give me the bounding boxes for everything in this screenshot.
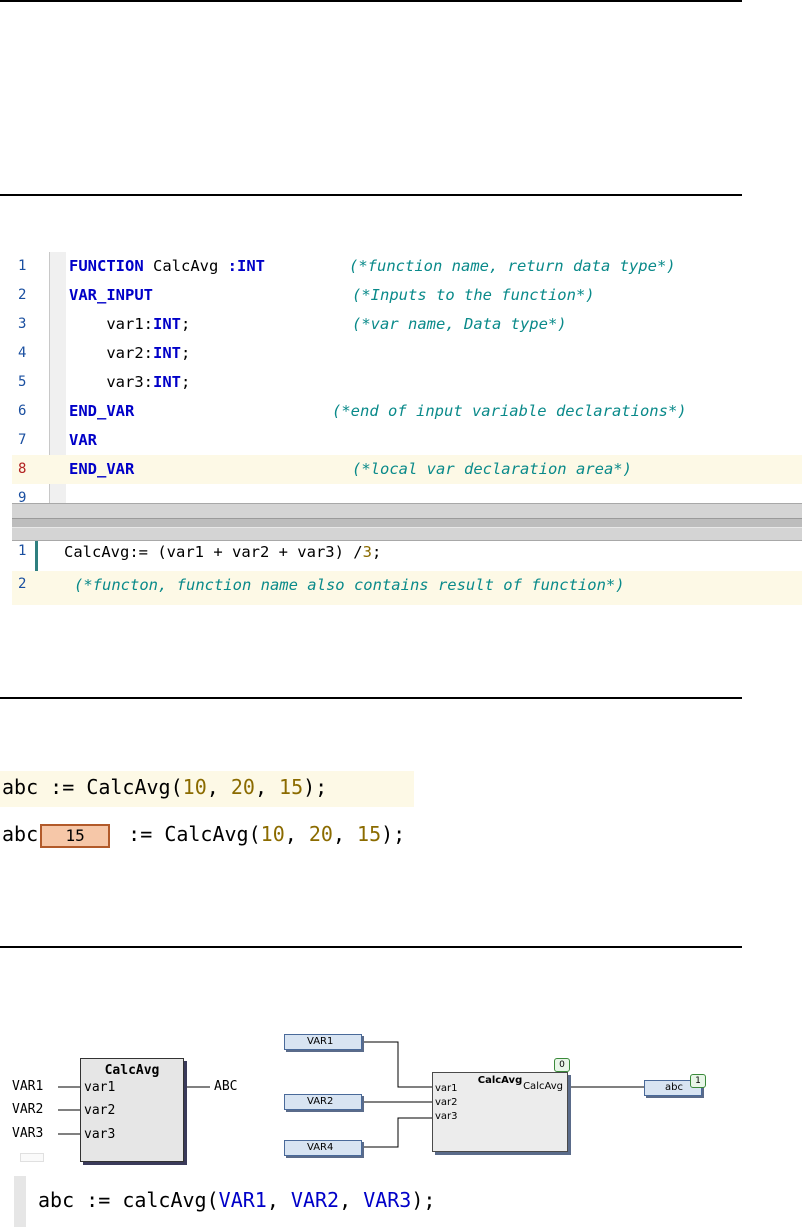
code-line[interactable]: 1 CalcAvg:= (var1 + var2 + var3) /3; [12, 541, 802, 570]
line-number: 1 [18, 258, 27, 274]
code-text: VAR [69, 431, 97, 449]
block-order-badge: 0 [554, 1058, 570, 1072]
function-block[interactable]: CalcAvg var1 var2 var3 CalcAvg [432, 1072, 568, 1152]
code-text: END_VAR [69, 402, 135, 420]
line-number: 3 [18, 316, 27, 332]
fbd-diagram-simple: VAR1 VAR2 VAR3 ABC CalcAvg var1 var2 var… [10, 1050, 270, 1162]
input-var-box-3[interactable]: VAR4 [284, 1140, 362, 1156]
splitter-grip[interactable] [12, 518, 802, 528]
function-block[interactable]: CalcAvg var1 var2 var3 [80, 1058, 184, 1162]
code-line[interactable]: 4 var2:INT; [12, 339, 802, 368]
call-statement[interactable]: abc := CalcAvg(10, 20, 15); [2, 775, 327, 799]
code-line[interactable]: 2 VAR_INPUT (*Inputs to the function*) [12, 281, 802, 310]
code-text: var2:INT; [69, 344, 191, 362]
code-line[interactable]: 8 END_VAR (*local var declaration area*) [12, 455, 802, 484]
declaration-editor[interactable]: 1 FUNCTION CalcAvg :INT (*function name, r… [12, 252, 802, 503]
input-pin-1: var1 [435, 1083, 458, 1094]
input-pin-3: var3 [435, 1111, 458, 1122]
placeholder-box [20, 1153, 44, 1162]
fbd-diagram-editor[interactable]: VAR1 VAR2 VAR4 CalcAvg var1 var2 var3 Ca… [270, 1030, 710, 1160]
editor-splitter[interactable] [12, 503, 802, 541]
line-number: 7 [18, 432, 27, 448]
input-pin-1: var1 [84, 1080, 116, 1095]
input-var-box-1[interactable]: VAR1 [284, 1034, 362, 1050]
input-var-1: VAR1 [12, 1079, 44, 1094]
code-comment: (*Inputs to the function*) [352, 286, 595, 304]
monitor-value-box[interactable]: 15 [40, 823, 111, 848]
code-text: VAR_INPUT [69, 286, 153, 304]
code-line[interactable]: 6 END_VAR (*end of input variable declarat… [12, 397, 802, 426]
input-var-3: VAR3 [12, 1126, 44, 1141]
line-number: 2 [18, 576, 27, 592]
code-comment: (*local var declaration area*) [352, 460, 632, 478]
section-divider-1 [0, 0, 742, 2]
code-line[interactable]: 3 var1:INT; (*var name, Data type*) [12, 310, 802, 339]
line-number: 6 [18, 403, 27, 419]
section-divider-2 [0, 194, 742, 196]
section-divider-3 [0, 697, 742, 699]
code-line[interactable]: 7 VAR [12, 426, 802, 455]
line-number: 9 [18, 490, 27, 503]
output-pin: CalcAvg [523, 1081, 563, 1092]
input-pin-2: var2 [435, 1097, 458, 1108]
code-text: END_VAR [69, 460, 135, 478]
line-number: 2 [18, 287, 27, 303]
input-pin-2: var2 [84, 1103, 116, 1118]
code-text: var3:INT; [69, 373, 191, 391]
input-pin-3: var3 [84, 1127, 116, 1142]
code-line[interactable]: 9 [12, 484, 802, 503]
code-text: abc := calcAvg(VAR1, VAR2, VAR3); [38, 1188, 436, 1212]
code-comment: (*functon, function name also contains r… [74, 576, 625, 594]
code-text: FUNCTION CalcAvg :INT [69, 257, 265, 275]
line-number: 4 [18, 345, 27, 361]
line-number: 5 [18, 374, 27, 390]
line-number: 1 [18, 543, 27, 559]
code-text: var1:INT; [69, 315, 191, 333]
code-comment: (*var name, Data type*) [352, 315, 567, 333]
function-block-title: CalcAvg [104, 1063, 160, 1078]
code-line[interactable]: 2 (*functon, function name also contains… [12, 571, 802, 605]
section-divider-4 [0, 946, 742, 948]
input-var-box-2[interactable]: VAR2 [284, 1094, 362, 1110]
code-text: CalcAvg:= (var1 + var2 + var3) /3; [64, 543, 382, 561]
final-call-statement[interactable]: abc := calcAvg(VAR1, VAR2, VAR3); [14, 1176, 534, 1227]
implementation-editor[interactable]: 1 CalcAvg:= (var1 + var2 + var3) /3; 2 (… [12, 541, 802, 605]
code-comment: (*end of input variable declarations*) [332, 402, 687, 420]
editor-margin [14, 1176, 26, 1227]
code-line[interactable]: 1 FUNCTION CalcAvg :INT (*function name, r… [12, 252, 802, 281]
output-var: ABC [214, 1079, 238, 1094]
input-var-2: VAR2 [12, 1102, 44, 1117]
code-line[interactable]: 5 var3:INT; [12, 368, 802, 397]
code-comment: (*function name, return data type*) [349, 257, 676, 275]
output-order-badge: 1 [690, 1074, 706, 1088]
line-number: 8 [18, 461, 27, 477]
call-statement-monitored[interactable]: abc 15 := CalcAvg(10, 20, 15); [2, 822, 405, 848]
